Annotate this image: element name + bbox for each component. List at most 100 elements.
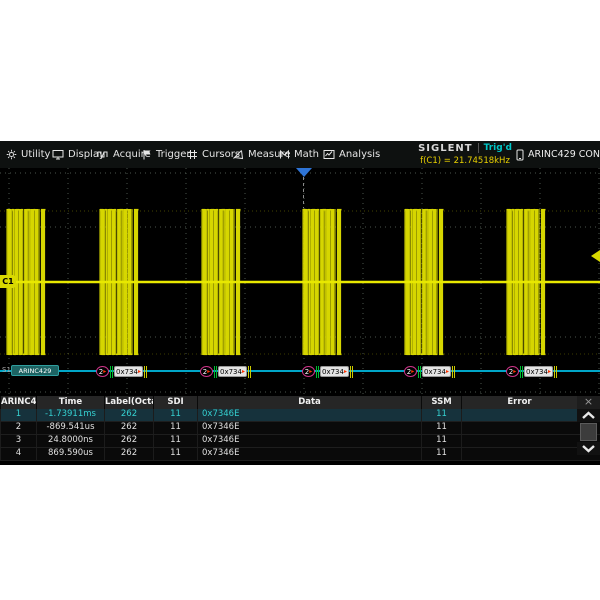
- ssm-bracket-icon: [144, 366, 147, 378]
- status-block: SIGLENT Trig'd f(C1) = 21.74518kHz: [415, 141, 515, 168]
- table-cell: 11: [153, 422, 197, 434]
- table-cell: 262: [104, 448, 153, 460]
- cursors-icon: [187, 149, 198, 160]
- scrollbar-thumb[interactable]: [580, 423, 597, 441]
- label-bubble: 2▸: [96, 366, 109, 377]
- ssm-bracket-icon: [350, 366, 353, 378]
- data-bubble: 0x734▸: [218, 366, 247, 377]
- table-cell: 11: [421, 409, 461, 421]
- siglent-logo: SIGLENT: [418, 143, 473, 154]
- table-cell: 262: [104, 409, 153, 421]
- table-cell: 4: [0, 448, 36, 460]
- data-bubble: 0x734▸: [422, 366, 451, 377]
- table-cell: 24.8000ns: [36, 435, 104, 447]
- table-cell: 869.590us: [36, 448, 104, 460]
- table-cell: 11: [421, 448, 461, 460]
- table-cell: [461, 422, 577, 434]
- decode-table: ARINC429TimeLabel(Octal)SDIDataSSMError …: [0, 396, 600, 461]
- scroll-up-button[interactable]: [577, 409, 600, 422]
- table-cell: [461, 435, 577, 447]
- analysis-icon: [323, 149, 335, 160]
- table-cell: [461, 409, 577, 421]
- oscilloscope-screen-page: SIGLENT Trig'd f(C1) = 21.74518kHz ARINC…: [0, 0, 600, 600]
- menu-item-utility[interactable]: Utility: [6, 141, 50, 168]
- tablet-icon: [516, 149, 524, 161]
- decode-bubble: 2▸ 0x734▸: [506, 365, 558, 378]
- decode-bubble: 2▸ 0x734▸: [302, 365, 354, 378]
- sdi-bracket-icon: [520, 366, 523, 378]
- data-bubble: 0x734▸: [524, 366, 553, 377]
- frequency-counter: f(C1) = 21.74518kHz: [415, 155, 515, 167]
- table-cell: 1: [0, 409, 36, 421]
- trigger-flag-icon: [142, 149, 152, 160]
- trigger-status-badge: Trig'd: [484, 143, 512, 153]
- decode-bubble: 2▸ 0x734▸: [200, 365, 252, 378]
- sdi-bracket-icon: [418, 366, 421, 378]
- truncation-arrow-icon: ▸: [411, 369, 414, 375]
- truncation-arrow-icon: ▸: [207, 369, 210, 375]
- table-cell: -1.73911ms: [36, 409, 104, 421]
- table-cell: 11: [421, 435, 461, 447]
- waveform-grid: C1 S1 ARINC429 2▸ 0x734▸ 2▸ 0x734▸ 2▸ 0x734▸ 2…: [0, 168, 600, 396]
- decode-bubble: 2▸ 0x734▸: [404, 365, 456, 378]
- table-row[interactable]: 4869.590us262110x7346E11: [0, 448, 600, 461]
- truncation-arrow-icon: ▸: [446, 369, 449, 375]
- table-row[interactable]: 1-1.73911ms262110x7346E11: [0, 409, 600, 422]
- menu-item-analysis[interactable]: Analysis: [323, 141, 380, 168]
- divider: [478, 143, 479, 153]
- menu-item-label: Utility: [21, 149, 50, 160]
- bus-name-badge[interactable]: ARINC429: [11, 365, 59, 376]
- label-bubble: 2▸: [302, 366, 315, 377]
- truncation-arrow-icon: ▸: [513, 369, 516, 375]
- menu-item-label: Trigger: [156, 149, 191, 160]
- table-scroll-column: ×: [577, 396, 600, 455]
- display-icon: [52, 149, 64, 160]
- table-cell: 3: [0, 435, 36, 447]
- arinc429-config-button[interactable]: ARINC429 CONFIG: [516, 141, 600, 168]
- menu-item-label: Analysis: [339, 149, 380, 160]
- data-bubble: 0x734▸: [320, 366, 349, 377]
- table-header-row: ARINC429TimeLabel(Octal)SDIDataSSMError: [0, 396, 600, 409]
- waveform-plot: [0, 168, 600, 396]
- bus-id-label: S1: [2, 366, 11, 374]
- table-cell: -869.541us: [36, 422, 104, 434]
- table-cell: [461, 448, 577, 460]
- sdi-bracket-icon: [110, 366, 113, 378]
- scroll-down-button[interactable]: [577, 442, 600, 455]
- scope-display: SIGLENT Trig'd f(C1) = 21.74518kHz ARINC…: [0, 141, 600, 465]
- table-cell: 262: [104, 422, 153, 434]
- table-cell: 262: [104, 435, 153, 447]
- sdi-bracket-icon: [214, 366, 217, 378]
- table-cell: 0x7346E: [197, 422, 421, 434]
- decode-bubble: 2▸0x734▸: [96, 365, 148, 378]
- ssm-bracket-icon: [248, 366, 251, 378]
- truncation-arrow-icon: ▸: [344, 369, 347, 375]
- table-cell: 11: [153, 448, 197, 460]
- table-cell: 2: [0, 422, 36, 434]
- column-header-sdi: SDI: [153, 396, 197, 409]
- table-body: 1-1.73911ms262110x7346E112-869.541us2621…: [0, 409, 600, 461]
- table-row[interactable]: 324.8000ns262110x7346E11: [0, 435, 600, 448]
- truncation-arrow-icon: ▸: [103, 369, 106, 375]
- truncation-arrow-icon: ▸: [138, 369, 141, 375]
- close-icon[interactable]: ×: [577, 396, 600, 409]
- truncation-arrow-icon: ▸: [548, 369, 551, 375]
- table-row[interactable]: 2-869.541us262110x7346E11: [0, 422, 600, 435]
- column-header-label-octal-: Label(Octal): [104, 396, 153, 409]
- label-bubble: 2▸: [200, 366, 213, 377]
- menu-item-trigger[interactable]: Trigger: [142, 141, 191, 168]
- ssm-bracket-icon: [554, 366, 557, 378]
- menu-item-math[interactable]: Math: [279, 141, 319, 168]
- table-cell: 0x7346E: [197, 409, 421, 421]
- trigger-level-icon[interactable]: [591, 250, 600, 262]
- table-cell: 0x7346E: [197, 448, 421, 460]
- label-bubble: 2▸: [404, 366, 417, 377]
- channel-1-badge[interactable]: C1: [0, 275, 16, 288]
- truncation-arrow-icon: ▸: [242, 369, 245, 375]
- column-header-error: Error: [461, 396, 577, 409]
- trigger-position-icon[interactable]: [296, 168, 312, 177]
- menu-bar: SIGLENT Trig'd f(C1) = 21.74518kHz ARINC…: [0, 141, 600, 169]
- column-header-data: Data: [197, 396, 421, 409]
- table-cell: 11: [153, 409, 197, 421]
- label-bubble: 2▸: [506, 366, 519, 377]
